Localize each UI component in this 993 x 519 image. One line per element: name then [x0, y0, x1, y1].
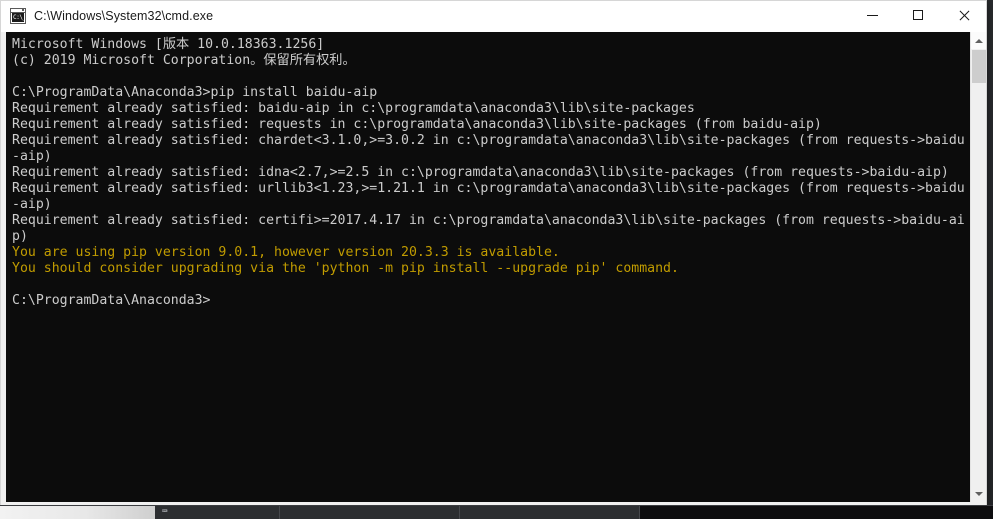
desktop-background: C:\_ C:\Windows\System32\cmd.exe Microso…	[0, 0, 993, 519]
console-line: -aip)	[12, 197, 52, 212]
minimize-icon	[866, 10, 878, 21]
console-line: Requirement already satisfied: certifi>=…	[12, 213, 965, 228]
minimize-button[interactable]	[849, 0, 895, 31]
console-line: p)	[12, 229, 28, 244]
maximize-icon	[912, 10, 924, 21]
scroll-up-button[interactable]	[971, 32, 987, 49]
console-line: Requirement already satisfied: baidu-aip…	[12, 101, 695, 116]
console-line: Requirement already satisfied: urllib3<1…	[12, 181, 965, 196]
maximize-button[interactable]	[895, 0, 941, 31]
taskbar-button-3[interactable]	[460, 506, 640, 519]
close-button[interactable]	[941, 0, 987, 31]
console-line: Requirement already satisfied: chardet<3…	[12, 133, 965, 148]
console-line: -aip)	[12, 149, 52, 164]
console-line: Microsoft Windows [版本 10.0.18363.1256]	[12, 37, 325, 52]
taskbar-light-strip	[0, 506, 155, 519]
close-icon	[959, 10, 970, 21]
cmd-window: C:\_ C:\Windows\System32\cmd.exe Microso…	[0, 0, 987, 509]
taskbar-button-2[interactable]	[280, 506, 460, 519]
console-area[interactable]: Microsoft Windows [版本 10.0.18363.1256] (c…	[6, 32, 987, 502]
scroll-down-button[interactable]	[971, 485, 987, 502]
title-bar[interactable]: C:\_ C:\Windows\System32\cmd.exe	[0, 0, 987, 32]
cmd-icon: C:\_	[10, 7, 26, 24]
cmd-icon-screen: C:\_	[12, 12, 24, 22]
chevron-down-icon	[975, 491, 983, 496]
vertical-scrollbar[interactable]	[970, 32, 987, 502]
console-line: Requirement already satisfied: requests …	[12, 117, 822, 132]
console-line: (c) 2019 Microsoft Corporation。保留所有权利。	[12, 53, 356, 68]
scrollbar-thumb[interactable]	[972, 50, 986, 83]
taskbar[interactable]: ⌨	[0, 505, 993, 519]
cmd-icon-dot	[22, 8, 24, 11]
window-controls	[849, 0, 987, 31]
window-title: C:\Windows\System32\cmd.exe	[34, 8, 214, 23]
console-line: You should consider upgrading via the 'p…	[12, 261, 679, 276]
window-body: Microsoft Windows [版本 10.0.18363.1256] (c…	[0, 32, 987, 509]
console-line: You are using pip version 9.0.1, however…	[12, 245, 560, 260]
console-line: C:\ProgramData\Anaconda3>pip install bai…	[12, 85, 378, 100]
chevron-up-icon	[975, 38, 983, 43]
console-line: Requirement already satisfied: idna<2.7,…	[12, 165, 949, 180]
console-line: C:\ProgramData\Anaconda3>	[12, 293, 211, 308]
taskbar-app-icon[interactable]: ⌨	[162, 507, 174, 518]
console-output[interactable]: Microsoft Windows [版本 10.0.18363.1256] (c…	[6, 32, 970, 502]
